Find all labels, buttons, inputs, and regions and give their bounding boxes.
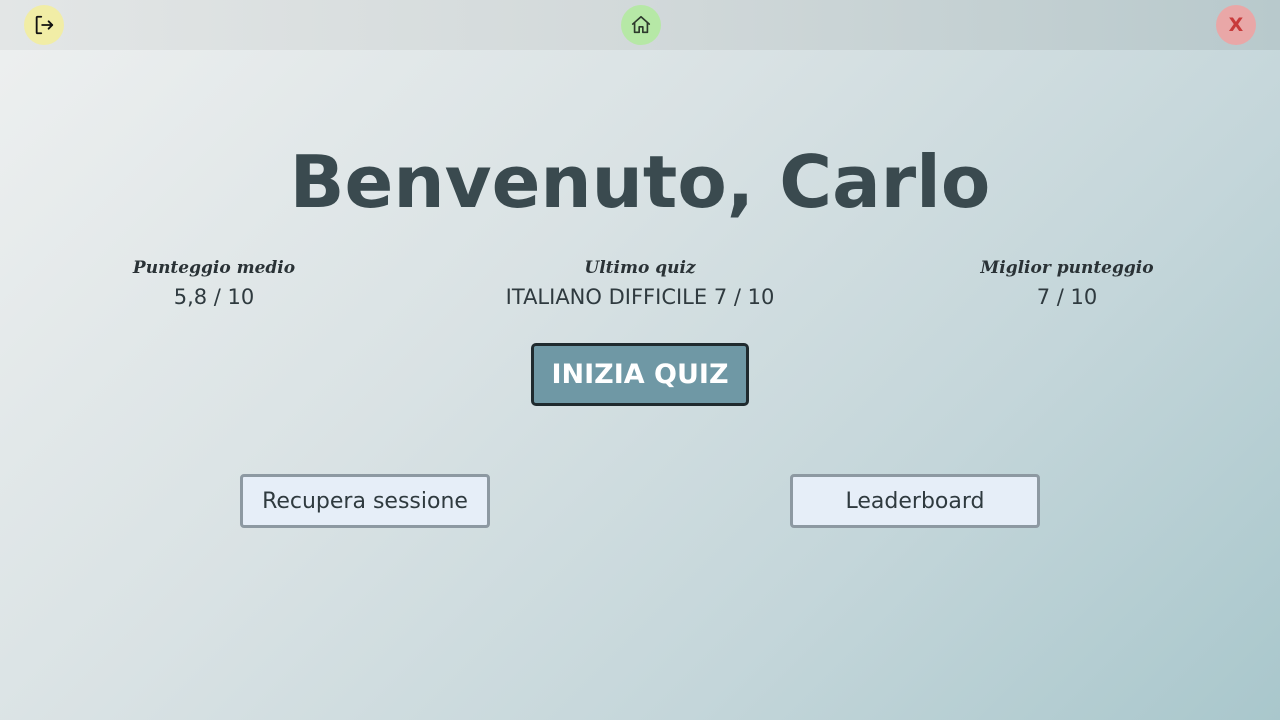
stat-label: Ultimo quiz (584, 258, 696, 278)
stat-value: ITALIANO DIFFICILE 7 / 10 (505, 285, 775, 309)
home-button[interactable] (621, 5, 661, 45)
home-icon (631, 15, 651, 34)
close-icon: X (1228, 14, 1244, 36)
stat-best-score: Miglior punteggio 7 / 10 (887, 256, 1247, 309)
top-bar: X (0, 0, 1280, 50)
recover-session-button[interactable]: Recupera sessione (240, 474, 490, 528)
logout-icon (35, 15, 54, 35)
logout-button[interactable] (24, 5, 64, 45)
stat-value: 5,8 / 10 (173, 285, 255, 309)
stat-value: 7 / 10 (1036, 285, 1098, 309)
close-button[interactable]: X (1216, 5, 1256, 45)
stat-last-quiz: Ultimo quiz ITALIANO DIFFICILE 7 / 10 (460, 256, 820, 309)
leaderboard-button[interactable]: Leaderboard (790, 474, 1040, 528)
start-quiz-button[interactable]: INIZIA QUIZ (531, 343, 749, 406)
stat-label: Punteggio medio (132, 258, 296, 278)
welcome-title: Benvenuto, Carlo (289, 140, 991, 224)
stat-label: Miglior punteggio (980, 258, 1154, 278)
stat-average-score: Punteggio medio 5,8 / 10 (34, 256, 394, 309)
